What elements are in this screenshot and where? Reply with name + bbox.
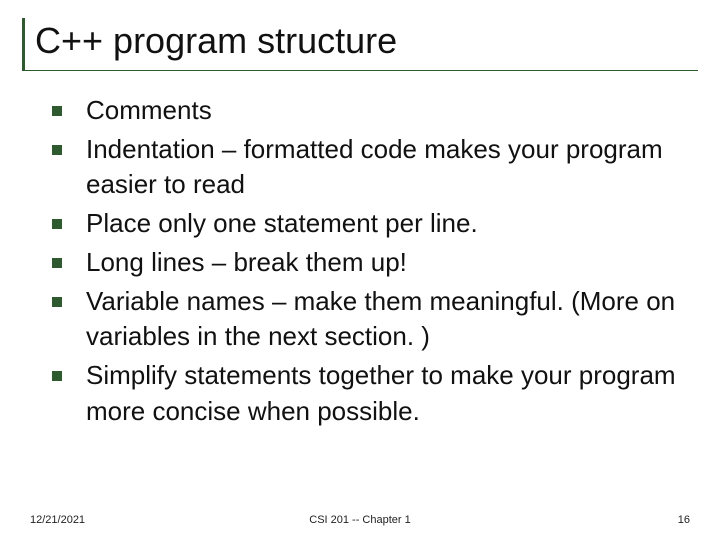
list-item: Long lines – break them up! <box>52 245 683 280</box>
bullet-text: Simplify statements together to make you… <box>86 360 676 425</box>
bullet-square-icon <box>52 219 62 229</box>
bullet-text: Indentation – formatted code makes your … <box>86 134 663 199</box>
bullet-square-icon <box>52 371 62 381</box>
bullet-list: Comments Indentation – formatted code ma… <box>52 93 683 429</box>
content-area: Comments Indentation – formatted code ma… <box>22 93 698 429</box>
bullet-text: Place only one statement per line. <box>86 208 478 238</box>
list-item: Indentation – formatted code makes your … <box>52 132 683 202</box>
list-item: Comments <box>52 93 683 128</box>
list-item: Place only one statement per line. <box>52 206 683 241</box>
footer-page-number: 16 <box>678 514 690 526</box>
list-item: Variable names – make them meaningful. (… <box>52 284 683 354</box>
bullet-text: Long lines – break them up! <box>86 247 407 277</box>
footer-center: CSI 201 -- Chapter 1 <box>22 514 698 526</box>
bullet-square-icon <box>52 106 62 116</box>
bullet-square-icon <box>52 258 62 268</box>
list-item: Simplify statements together to make you… <box>52 358 683 428</box>
bullet-square-icon <box>52 297 62 307</box>
title-container: C++ program structure <box>22 18 698 71</box>
bullet-text: Comments <box>86 95 212 125</box>
slide: C++ program structure Comments Indentati… <box>0 0 720 540</box>
bullet-square-icon <box>52 145 62 155</box>
slide-title: C++ program structure <box>35 22 698 60</box>
bullet-text: Variable names – make them meaningful. (… <box>86 286 675 351</box>
